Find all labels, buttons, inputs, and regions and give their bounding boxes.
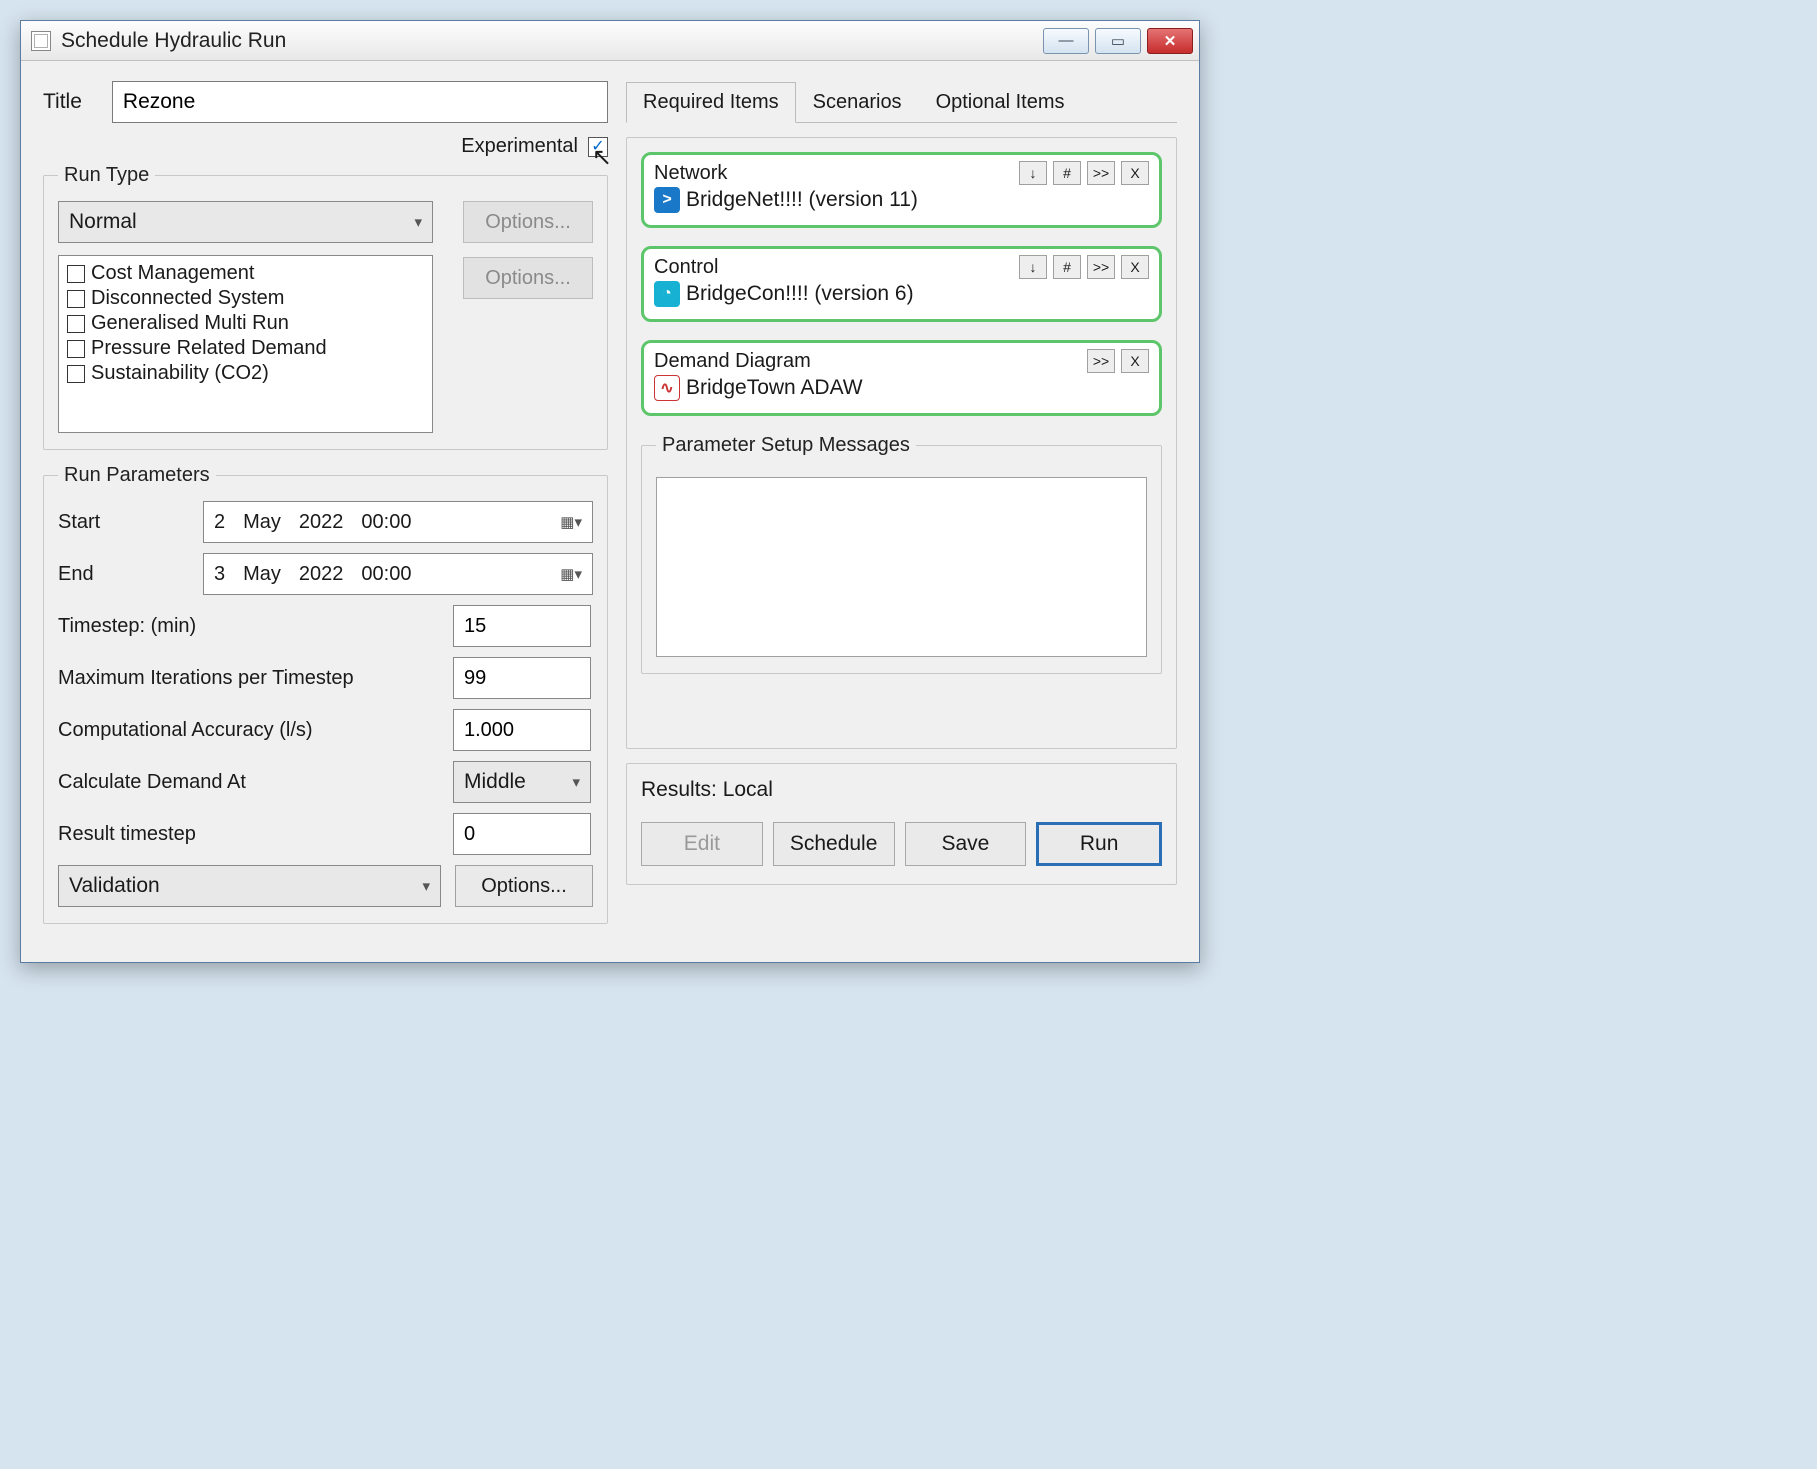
parameter-messages-legend: Parameter Setup Messages — [656, 434, 916, 457]
network-down-button[interactable]: ↓ — [1019, 161, 1047, 185]
tab-required-items[interactable]: Required Items — [626, 82, 796, 123]
demand-value: BridgeTown ADAW — [686, 376, 863, 400]
accuracy-input[interactable] — [453, 709, 591, 751]
results-panel: Results: Local Edit Schedule Save Run — [626, 763, 1177, 885]
maxiter-input[interactable] — [453, 657, 591, 699]
title-input[interactable] — [112, 81, 608, 123]
control-value: BridgeCon!!!! (version 6) — [686, 282, 914, 306]
title-row: Title — [43, 81, 608, 123]
chevron-down-icon: ▾ — [572, 773, 580, 791]
run-parameters-group: Run Parameters Start 2 May 2022 00:00 ▦▾… — [43, 464, 608, 924]
parameter-messages-group: Parameter Setup Messages — [641, 434, 1162, 674]
network-icon: > — [654, 187, 680, 213]
minimize-button[interactable]: — — [1043, 28, 1089, 54]
results-label: Results: Local — [641, 778, 1162, 802]
right-column: Required Items Scenarios Optional Items … — [626, 81, 1177, 938]
network-value: BridgeNet!!!! (version 11) — [686, 188, 918, 212]
app-icon — [31, 31, 51, 51]
save-button[interactable]: Save — [905, 822, 1027, 866]
run-button[interactable]: Run — [1036, 822, 1162, 866]
demand-clear-button[interactable]: X — [1121, 349, 1149, 373]
control-hash-button[interactable]: # — [1053, 255, 1081, 279]
end-label: End — [58, 563, 203, 586]
control-clear-button[interactable]: X — [1121, 255, 1149, 279]
edit-button[interactable]: Edit — [641, 822, 763, 866]
content-area: Title Experimental ✓ ↖ Run Type Normal ▾ — [21, 61, 1199, 962]
check-pressure-related-demand[interactable]: Pressure Related Demand — [67, 337, 424, 360]
control-more-button[interactable]: >> — [1087, 255, 1115, 279]
network-clear-button[interactable]: X — [1121, 161, 1149, 185]
run-type-checklist[interactable]: Cost Management Disconnected System Gene… — [58, 255, 433, 433]
timestep-input[interactable] — [453, 605, 591, 647]
dialog-window: Schedule Hydraulic Run — ▭ ✕ Title Exper… — [20, 20, 1200, 963]
run-type-group: Run Type Normal ▾ Cost Management Discon… — [43, 164, 608, 450]
clock-icon: ◔ — [654, 281, 680, 307]
validation-options-button[interactable]: Options... — [455, 865, 593, 907]
run-type-options-2[interactable]: Options... — [463, 257, 593, 299]
required-items-panel: Network ↓ # >> X > BridgeNet!!!! (versio… — [626, 137, 1177, 749]
chevron-down-icon: ▾ — [422, 877, 430, 895]
run-type-select[interactable]: Normal ▾ — [58, 201, 433, 243]
check-cost-management[interactable]: Cost Management — [67, 262, 424, 285]
network-more-button[interactable]: >> — [1087, 161, 1115, 185]
run-type-options-1[interactable]: Options... — [463, 201, 593, 243]
start-label: Start — [58, 511, 203, 534]
run-type-legend: Run Type — [58, 164, 155, 187]
result-ts-label: Result timestep — [58, 823, 453, 846]
control-item: Control ↓ # >> X ◔ BridgeCon!!!! (versio… — [641, 246, 1162, 322]
accuracy-label: Computational Accuracy (l/s) — [58, 719, 453, 742]
check-disconnected-system[interactable]: Disconnected System — [67, 287, 424, 310]
network-label: Network — [654, 162, 1013, 185]
network-item: Network ↓ # >> X > BridgeNet!!!! (versio… — [641, 152, 1162, 228]
maximize-button[interactable]: ▭ — [1095, 28, 1141, 54]
check-generalised-multi-run[interactable]: Generalised Multi Run — [67, 312, 424, 335]
experimental-checkbox[interactable]: ✓ — [588, 137, 608, 157]
diagram-icon: ∿ — [654, 375, 680, 401]
window-title: Schedule Hydraulic Run — [61, 29, 286, 53]
tab-bar: Required Items Scenarios Optional Items — [626, 81, 1177, 123]
chevron-down-icon: ▾ — [414, 213, 422, 231]
validation-select[interactable]: Validation ▾ — [58, 865, 441, 907]
calcat-label: Calculate Demand At — [58, 771, 453, 794]
check-sustainability[interactable]: Sustainability (CO2) — [67, 362, 424, 385]
timestep-label: Timestep: (min) — [58, 615, 453, 638]
experimental-label: Experimental — [461, 135, 578, 158]
experimental-row: Experimental ✓ ↖ — [43, 135, 608, 158]
run-type-value: Normal — [69, 210, 137, 234]
calendar-icon[interactable]: ▦▾ — [560, 565, 582, 583]
tab-optional-items[interactable]: Optional Items — [919, 82, 1082, 123]
start-date-input[interactable]: 2 May 2022 00:00 ▦▾ — [203, 501, 593, 543]
left-column: Title Experimental ✓ ↖ Run Type Normal ▾ — [43, 81, 608, 938]
window-buttons: — ▭ ✕ — [1043, 28, 1193, 54]
tab-scenarios[interactable]: Scenarios — [796, 82, 919, 123]
messages-textarea[interactable] — [656, 477, 1147, 657]
calendar-icon[interactable]: ▦▾ — [560, 513, 582, 531]
maxiter-label: Maximum Iterations per Timestep — [58, 667, 453, 690]
close-button[interactable]: ✕ — [1147, 28, 1193, 54]
result-ts-input[interactable] — [453, 813, 591, 855]
run-parameters-legend: Run Parameters — [58, 464, 216, 487]
title-label: Title — [43, 90, 82, 114]
calcat-select[interactable]: Middle ▾ — [453, 761, 591, 803]
demand-more-button[interactable]: >> — [1087, 349, 1115, 373]
titlebar: Schedule Hydraulic Run — ▭ ✕ — [21, 21, 1199, 61]
demand-label: Demand Diagram — [654, 350, 1081, 373]
schedule-button[interactable]: Schedule — [773, 822, 895, 866]
control-label: Control — [654, 256, 1013, 279]
demand-diagram-item: Demand Diagram >> X ∿ BridgeTown ADAW — [641, 340, 1162, 416]
end-date-input[interactable]: 3 May 2022 00:00 ▦▾ — [203, 553, 593, 595]
network-hash-button[interactable]: # — [1053, 161, 1081, 185]
control-down-button[interactable]: ↓ — [1019, 255, 1047, 279]
